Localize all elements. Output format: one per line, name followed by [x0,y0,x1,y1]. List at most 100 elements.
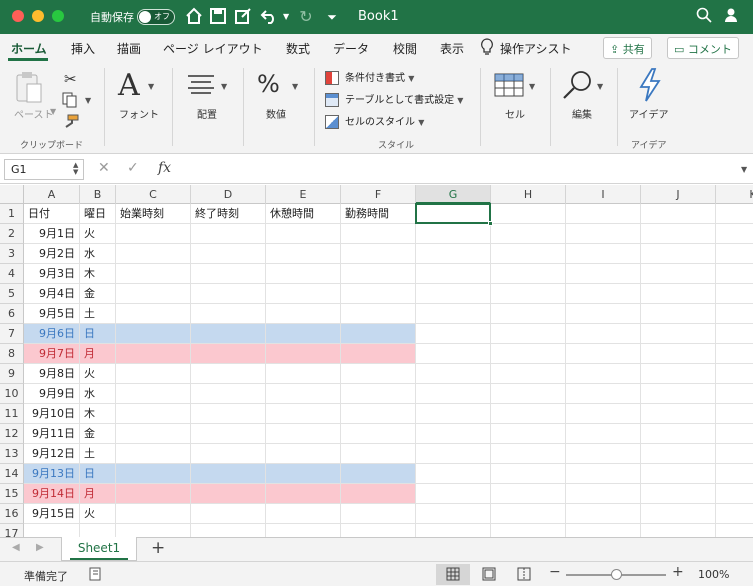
cell-f10[interactable] [341,384,416,404]
copy-dropdown-icon[interactable]: ▼ [85,96,91,105]
cell-c3[interactable] [116,244,191,264]
column-header-c[interactable]: C [116,185,191,204]
cell-b5[interactable]: 金 [80,284,116,304]
tab-review[interactable]: 校閲 [393,40,417,57]
cell-b14[interactable]: 日 [80,464,116,484]
row-header[interactable]: 7 [0,324,24,344]
cell-c9[interactable] [116,364,191,384]
row-header[interactable]: 13 [0,444,24,464]
cell-b17[interactable] [80,524,116,537]
cell-g16[interactable] [416,504,491,524]
cell-d3[interactable] [191,244,266,264]
column-header-k[interactable]: K [716,185,753,204]
cell-k2[interactable] [716,224,753,244]
zoom-in-button[interactable]: + [672,564,684,580]
cell-h17[interactable] [491,524,566,537]
column-header-b[interactable]: B [80,185,116,204]
add-sheet-button[interactable]: + [151,538,165,558]
cell-d4[interactable] [191,264,266,284]
select-all-corner[interactable] [0,185,24,204]
cell-d17[interactable] [191,524,266,537]
cell-k8[interactable] [716,344,753,364]
cells-dropdown-icon[interactable]: ▼ [529,82,535,91]
cell-e12[interactable] [266,424,341,444]
cell-i17[interactable] [566,524,641,537]
cell-f7[interactable] [341,324,416,344]
cell-g15[interactable] [416,484,491,504]
cell-c12[interactable] [116,424,191,444]
cell-h2[interactable] [491,224,566,244]
cell-e8[interactable] [266,344,341,364]
font-dropdown-icon[interactable]: ▼ [148,82,154,91]
cell-c11[interactable] [116,404,191,424]
cell-i9[interactable] [566,364,641,384]
cell-h14[interactable] [491,464,566,484]
column-header-d[interactable]: D [191,185,266,204]
cell-a17[interactable] [24,524,80,537]
cell-k16[interactable] [716,504,753,524]
column-header-h[interactable]: H [491,185,566,204]
row-header[interactable]: 12 [0,424,24,444]
copy-icon[interactable] [62,92,80,111]
cell-j8[interactable] [641,344,716,364]
row-header[interactable]: 2 [0,224,24,244]
cell-b3[interactable]: 水 [80,244,116,264]
cell-a9[interactable]: 9月8日 [24,364,80,384]
cell-i15[interactable] [566,484,641,504]
row-header[interactable]: 4 [0,264,24,284]
row-header[interactable]: 5 [0,284,24,304]
cell-j16[interactable] [641,504,716,524]
cell-c8[interactable] [116,344,191,364]
page-layout-view-button[interactable] [472,564,506,585]
expand-formula-bar-icon[interactable]: ▼ [741,165,747,174]
cell-g8[interactable] [416,344,491,364]
name-box[interactable]: G1 [4,159,84,180]
undo-icon[interactable] [259,7,279,27]
cell-h11[interactable] [491,404,566,424]
cell-k17[interactable] [716,524,753,537]
cell-g4[interactable] [416,264,491,284]
cell-e2[interactable] [266,224,341,244]
cell-i5[interactable] [566,284,641,304]
cell-styles-button[interactable]: セルのスタイル ▼ [325,113,424,131]
cell-b11[interactable]: 木 [80,404,116,424]
cell-i10[interactable] [566,384,641,404]
cancel-icon[interactable]: ✕ [98,160,110,176]
row-header[interactable]: 11 [0,404,24,424]
cell-f8[interactable] [341,344,416,364]
cell-c4[interactable] [116,264,191,284]
font-icon[interactable]: A [118,68,140,103]
cell-a4[interactable]: 9月3日 [24,264,80,284]
cell-d10[interactable] [191,384,266,404]
cut-icon[interactable]: ✂ [64,70,77,88]
zoom-level[interactable]: 100% [698,568,729,581]
row-header[interactable]: 9 [0,364,24,384]
cell-j4[interactable] [641,264,716,284]
tell-me-search[interactable]: 操作アシスト [500,40,572,57]
zoom-out-button[interactable]: − [549,564,561,580]
tab-formulas[interactable]: 数式 [286,40,310,57]
cell-j15[interactable] [641,484,716,504]
cell-g12[interactable] [416,424,491,444]
cell-i14[interactable] [566,464,641,484]
cell-d9[interactable] [191,364,266,384]
cell-g13[interactable] [416,444,491,464]
cell-a8[interactable]: 9月7日 [24,344,80,364]
cell-f5[interactable] [341,284,416,304]
column-header-a[interactable]: A [24,185,80,204]
cell-h10[interactable] [491,384,566,404]
redo-icon[interactable]: ↻ [296,7,316,27]
share-button[interactable]: ⇪ 共有 [603,37,652,59]
cell-d5[interactable] [191,284,266,304]
cell-b10[interactable]: 水 [80,384,116,404]
cell-j3[interactable] [641,244,716,264]
alignment-dropdown-icon[interactable]: ▼ [221,82,227,91]
home-icon[interactable] [184,7,204,27]
enter-icon[interactable]: ✓ [127,160,139,176]
cell-f11[interactable] [341,404,416,424]
column-header-f[interactable]: F [341,185,416,204]
cell-k9[interactable] [716,364,753,384]
cell-j13[interactable] [641,444,716,464]
cell-h15[interactable] [491,484,566,504]
cell-k6[interactable] [716,304,753,324]
